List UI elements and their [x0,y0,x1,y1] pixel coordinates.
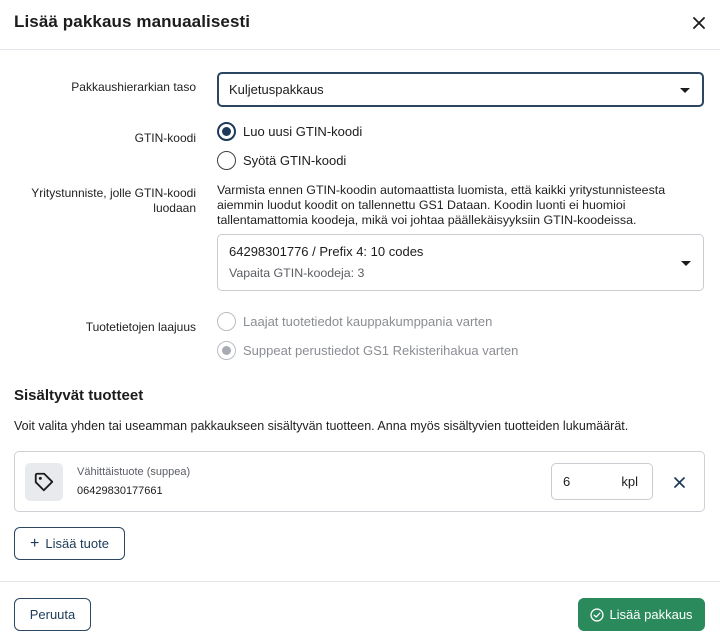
chevron-down-icon [680,87,690,93]
product-code: 06429830177661 [77,485,163,497]
available-codes: Vapaita GTIN-koodeja: 3 [229,266,365,280]
radio-label: Suppeat perustiedot GS1 Rekisterihakua v… [243,343,519,358]
radio-button-disabled [217,312,236,331]
add-product-button[interactable]: + Lisää tuote [14,527,125,560]
close-button[interactable] [688,12,710,34]
remove-product-button[interactable] [669,472,689,492]
dialog-header: Lisää pakkaus manuaalisesti [0,0,720,50]
hierarchy-label: Pakkaushierarkian taso [71,80,196,94]
hierarchy-select-value: Kuljetuspakkaus [229,82,324,97]
plus-icon: + [30,534,40,552]
radio-enter-gtin[interactable]: Syötä GTIN-koodi [217,151,346,170]
radio-button[interactable] [217,151,236,170]
company-select-value: 64298301776 / Prefix 4: 10 codes [229,244,424,259]
add-product-label: Lisää tuote [45,536,109,551]
product-type: Vähittäistuote (suppea) [77,466,191,478]
dialog-title: Lisää pakkaus manuaalisesti [14,12,251,31]
radio-button-disabled-checked [217,341,236,360]
scope-label: Tuotetietojen laajuus [85,320,196,334]
quantity-unit: kpl [621,474,638,489]
tag-icon [34,472,54,492]
chevron-down-icon [681,260,691,266]
products-section-description: Voit valita yhden tai useamman pakkaukse… [14,419,629,433]
product-item: Vähittäistuote (suppea) 06429830177661 6… [14,451,705,512]
hierarchy-select[interactable]: Kuljetuspakkaus [217,72,704,107]
gtin-label: GTIN-koodi [134,131,196,145]
product-icon-box [25,463,63,501]
gtin-info-text: Varmista ennen GTIN-koodin automaattista… [217,183,666,227]
add-package-button[interactable]: Lisää pakkaus [578,598,705,631]
radio-scope-basic: Suppeat perustiedot GS1 Rekisterihakua v… [217,341,518,360]
close-icon [693,17,705,29]
radio-button-checked[interactable] [217,122,236,141]
company-select[interactable]: 64298301776 / Prefix 4: 10 codes Vapaita… [217,234,704,291]
radio-label: Luo uusi GTIN-koodi [243,124,363,139]
close-icon [673,476,685,488]
radio-create-gtin[interactable]: Luo uusi GTIN-koodi [217,122,362,141]
check-circle-icon [590,607,605,622]
radio-scope-extended: Laajat tuotetiedot kauppakumppania varte… [217,312,492,331]
quantity-value: 6 [563,474,571,489]
products-section-title: Sisältyvät tuotteet [14,387,144,404]
dialog-footer: Peruuta Lisää pakkaus [0,581,720,642]
radio-label: Laajat tuotetiedot kauppakumppania varte… [243,314,493,329]
cancel-button[interactable]: Peruuta [14,598,91,631]
submit-label: Lisää pakkaus [609,607,693,622]
company-label: Yritystunniste, jolle GTIN-koodi luodaan [31,186,196,215]
quantity-input[interactable]: 6 kpl [551,463,653,500]
cancel-label: Peruuta [29,607,76,622]
radio-label: Syötä GTIN-koodi [243,153,347,168]
